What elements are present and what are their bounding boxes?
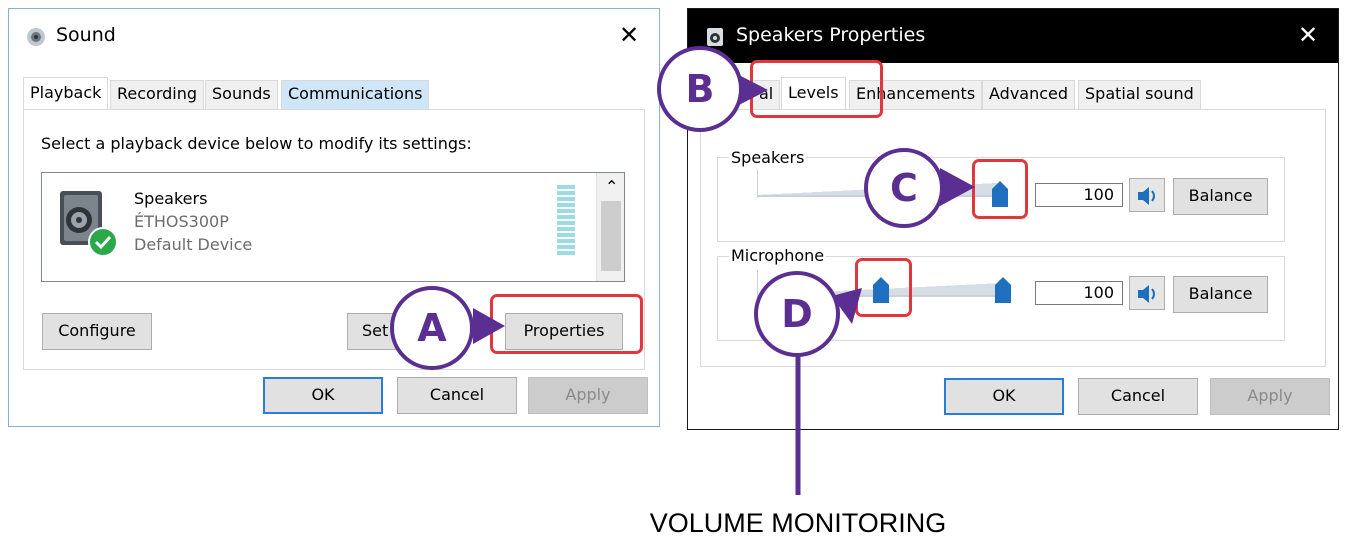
callout-c: C [864, 148, 944, 228]
callout-b: B [657, 46, 743, 132]
callout-a: A [390, 286, 474, 370]
callout-d: D [754, 271, 840, 357]
caption: VOLUME MONITORING [649, 508, 947, 538]
